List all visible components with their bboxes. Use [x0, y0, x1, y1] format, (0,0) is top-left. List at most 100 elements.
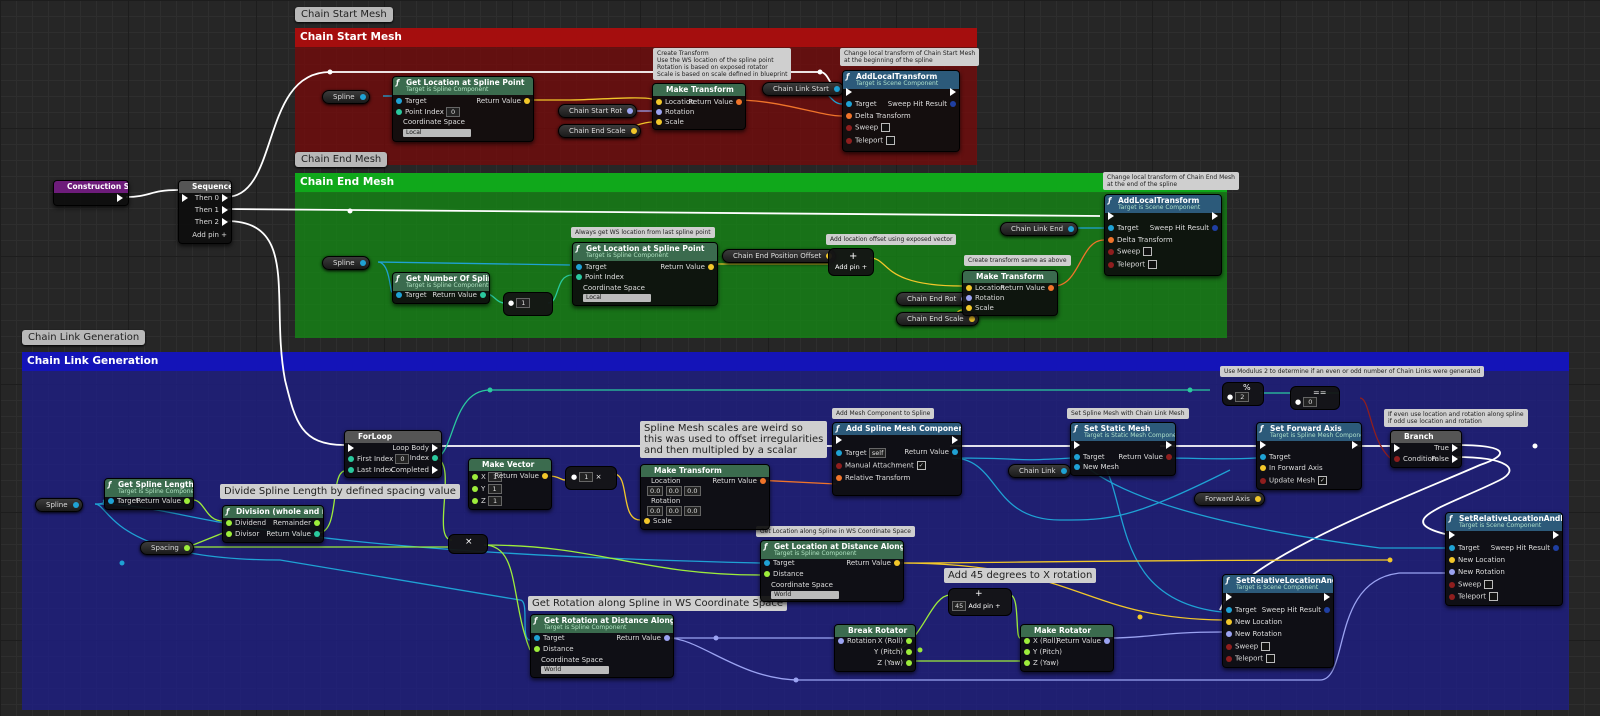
- note-local-end[interactable]: Change local transform of Chain End Mesh…: [1103, 172, 1239, 190]
- then2-pin[interactable]: [222, 218, 228, 226]
- node-break-rotator[interactable]: Break Rotator Rotation X (Roll) Y (Pitch…: [834, 624, 916, 672]
- remainder-pin[interactable]: [314, 520, 320, 526]
- target-self-field[interactable]: self: [868, 448, 887, 458]
- note-modulus[interactable]: Use Modulus 2 to determine if an even or…: [1220, 366, 1485, 377]
- exec-in-pin[interactable]: [1394, 444, 1400, 452]
- rotation-z-field[interactable]: 0.0: [684, 506, 701, 516]
- divisor-pin[interactable]: [226, 531, 232, 537]
- return-pin[interactable]: [894, 560, 900, 566]
- teleport-checkbox[interactable]: [1489, 592, 1498, 601]
- return-pin[interactable]: [664, 635, 670, 641]
- y-field[interactable]: 1: [487, 484, 502, 494]
- exec-out-pin[interactable]: [1324, 593, 1330, 601]
- node-make-transform[interactable]: Make Transform Location Rotation Scale R…: [652, 83, 746, 130]
- pitch-pin[interactable]: [1024, 649, 1030, 655]
- return-pin[interactable]: [1166, 454, 1172, 460]
- roll-pin[interactable]: [1024, 638, 1030, 644]
- update-mesh-pin[interactable]: [1260, 477, 1266, 484]
- node-make-vector[interactable]: Make Vector X 1 Y 1 Z 1 Return Value: [468, 458, 552, 510]
- subtract-value-field[interactable]: 1: [516, 298, 531, 308]
- var-chain-link-end[interactable]: Chain Link End: [1000, 222, 1079, 236]
- last-index-pin[interactable]: [348, 467, 354, 473]
- node-get-number-of-spline-points[interactable]: ƒGet Number Of Spline PointsTarget is Sp…: [392, 272, 490, 304]
- point-index-field[interactable]: 0: [446, 107, 461, 117]
- var-chain-end-position-offset[interactable]: Chain End Position Offset: [722, 249, 837, 263]
- target-pin[interactable]: [576, 264, 582, 270]
- target-pin[interactable]: [396, 98, 402, 104]
- note-weird[interactable]: Spline Mesh scales are weird so this was…: [640, 421, 828, 458]
- var-chain-link-start[interactable]: Chain Link Start: [762, 82, 844, 96]
- manual-attachment-checkbox[interactable]: ✓: [916, 461, 926, 470]
- exec-out-pin[interactable]: [950, 88, 956, 96]
- sweep-checkbox[interactable]: [1261, 642, 1271, 651]
- exec-in-pin[interactable]: [836, 436, 842, 444]
- exec-out-pin[interactable]: [1352, 441, 1358, 449]
- relative-transform-pin[interactable]: [836, 475, 842, 481]
- coordinate-space-dropdown[interactable]: World: [771, 591, 839, 599]
- add-pin-button[interactable]: Add pin +: [835, 263, 867, 271]
- node-make-transform[interactable]: Make Transform Location Rotation Scale R…: [962, 270, 1058, 316]
- scale-pin[interactable]: [966, 305, 972, 311]
- rotation-pin[interactable]: [966, 295, 972, 301]
- note-add45[interactable]: Add 45 degrees to X rotation: [944, 568, 1097, 583]
- add-value-field[interactable]: 45: [952, 601, 967, 611]
- hit-result-pin[interactable]: [1553, 545, 1559, 551]
- teleport-pin[interactable]: [1449, 593, 1455, 600]
- point-index-pin[interactable]: [396, 109, 402, 115]
- return-pin[interactable]: [1104, 638, 1110, 644]
- var-spline[interactable]: Spline: [322, 90, 370, 104]
- note-get-rot-ws[interactable]: Get Rotation along Spline in WS Coordina…: [528, 596, 787, 611]
- target-pin[interactable]: [1226, 607, 1232, 613]
- completed-pin[interactable]: [432, 466, 438, 474]
- new-rotation-pin[interactable]: [1226, 631, 1232, 637]
- location-y-field[interactable]: 0.0: [665, 486, 682, 496]
- node-branch[interactable]: Branch Condition True False: [1390, 430, 1462, 468]
- sweep-pin[interactable]: [846, 124, 852, 131]
- exec-in-pin[interactable]: [846, 88, 852, 96]
- sweep-checkbox[interactable]: [1143, 247, 1153, 256]
- teleport-pin[interactable]: [846, 137, 852, 144]
- return-pin[interactable]: [314, 531, 320, 537]
- node-equal[interactable]: == ● 0: [1290, 386, 1340, 410]
- exec-in-pin[interactable]: [1449, 531, 1455, 539]
- node-sequence[interactable]: Sequence Then 0 Then 1 Then 2 Add pin +: [178, 180, 232, 244]
- index-pin[interactable]: [432, 455, 438, 461]
- node-add-local-transform[interactable]: ƒ AddLocalTransform Target is Scene Compon…: [842, 70, 960, 152]
- dividend-pin[interactable]: [226, 520, 232, 526]
- delta-transform-pin[interactable]: [846, 113, 852, 119]
- node-add-vector[interactable]: + Add pin +: [828, 248, 874, 276]
- pitch-pin[interactable]: [906, 649, 912, 655]
- note-get-loc-ws[interactable]: Get Location along Spline in WS Coordina…: [756, 526, 915, 537]
- target-pin[interactable]: [396, 292, 402, 298]
- sweep-pin[interactable]: [1449, 581, 1455, 588]
- note-same[interactable]: Create transform same as above: [964, 255, 1071, 266]
- rotation-y-field[interactable]: 0.0: [665, 506, 682, 516]
- return-pin[interactable]: [736, 99, 742, 105]
- node-add-spline-mesh-component[interactable]: ƒ Add Spline Mesh Component Target self M…: [832, 422, 962, 496]
- target-pin[interactable]: [534, 635, 540, 641]
- node-modulus[interactable]: % ● 2: [1222, 382, 1264, 406]
- coordinate-space-dropdown[interactable]: Local: [583, 294, 651, 302]
- var-chain-end-rot[interactable]: Chain End Rot: [896, 292, 972, 306]
- z-field[interactable]: 1: [488, 496, 503, 506]
- node-set-relative-location-and-rotation[interactable]: ƒSetRelativeLocationAndRotationTarget is…: [1222, 574, 1334, 668]
- node-add-float[interactable]: + 45 Add pin +: [948, 588, 1012, 616]
- target-pin[interactable]: [1260, 454, 1266, 460]
- note-add-mesh[interactable]: Add Mesh Component to Spline: [832, 408, 935, 419]
- coordinate-space-dropdown[interactable]: Local: [403, 129, 471, 137]
- add-pin-button[interactable]: Add pin +: [192, 231, 227, 240]
- x-pin[interactable]: [472, 474, 478, 480]
- exec-out-pin[interactable]: [1212, 212, 1218, 220]
- coordinate-space-dropdown[interactable]: World: [541, 666, 609, 674]
- modulus-value-field[interactable]: 2: [1235, 392, 1250, 402]
- sweep-checkbox[interactable]: [881, 123, 891, 132]
- teleport-pin[interactable]: [1108, 261, 1114, 268]
- target-pin[interactable]: [846, 101, 852, 107]
- add-pin-button[interactable]: Add pin +: [968, 602, 1000, 610]
- new-rotation-pin[interactable]: [1449, 569, 1455, 575]
- location-pin[interactable]: [966, 285, 972, 291]
- target-pin[interactable]: [836, 450, 842, 456]
- node-get-location-at-spline-point[interactable]: ƒ Get Location at Spline Point Target is S…: [392, 76, 534, 142]
- node-division[interactable]: ƒDivision (whole and remainder) Dividend…: [222, 505, 324, 543]
- update-mesh-checkbox[interactable]: ✓: [1318, 476, 1328, 485]
